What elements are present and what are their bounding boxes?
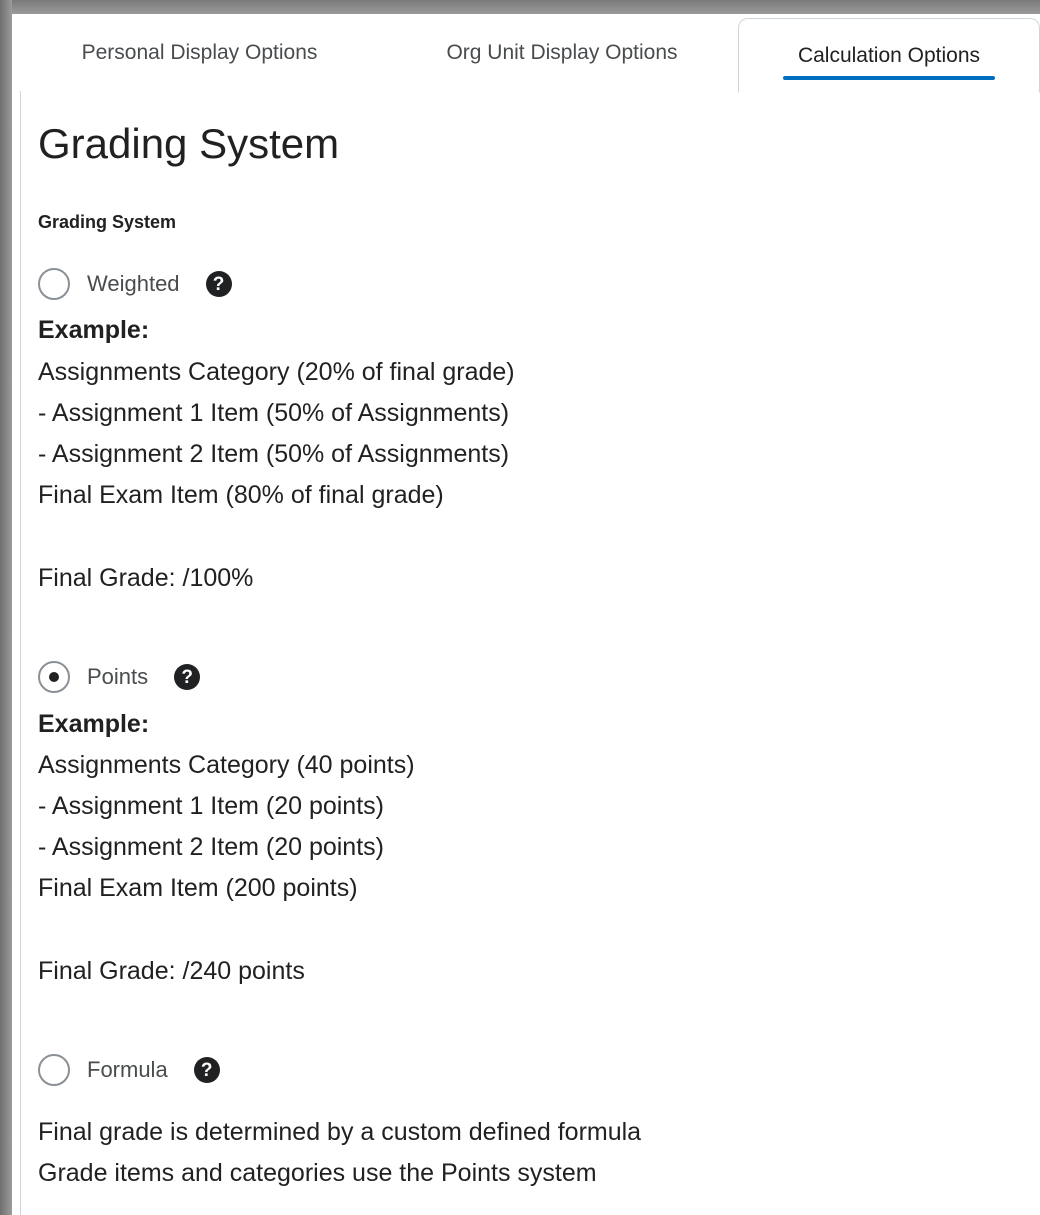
formula-description-line: Final grade is determined by a custom de… — [38, 1118, 642, 1146]
weighted-example-line: Assignments Category (20% of final grade… — [38, 358, 515, 386]
points-example-line: - Assignment 2 Item (20 points) — [38, 833, 384, 861]
window-edge-left — [0, 0, 12, 1215]
grading-system-field-label: Grading System — [38, 212, 177, 232]
weighted-label[interactable]: Weighted — [87, 271, 180, 297]
tab-label: Org Unit Display Options — [446, 40, 678, 64]
help-icon[interactable]: ? — [205, 271, 232, 297]
points-label[interactable]: Points — [87, 664, 148, 690]
tab-bar: Personal Display Options Org Unit Displa… — [12, 14, 1040, 93]
tab-personal-display-options[interactable]: Personal Display Options — [12, 14, 387, 91]
weighted-example-line: - Assignment 2 Item (50% of Assignments) — [38, 440, 510, 468]
tab-label: Calculation Options — [797, 43, 981, 67]
weighted-final-grade: Final Grade: /100% — [38, 564, 254, 592]
weighted-example-heading: Example: — [38, 316, 150, 344]
weighted-example-line: - Assignment 1 Item (50% of Assignments) — [38, 399, 510, 427]
window-edge-top — [0, 0, 1040, 14]
help-icon[interactable]: ? — [174, 664, 201, 690]
tab-label: Personal Display Options — [81, 40, 318, 64]
help-icon[interactable]: ? — [193, 1057, 220, 1083]
points-example-line: Assignments Category (40 points) — [38, 751, 415, 779]
app-frame: Personal Display Options Org Unit Displa… — [0, 0, 1040, 1215]
weighted-option: Weighted ? — [38, 266, 232, 302]
formula-radio[interactable] — [38, 1054, 70, 1086]
points-final-grade: Final Grade: /240 points — [38, 957, 305, 985]
formula-option: Formula ? — [38, 1052, 220, 1088]
active-tab-indicator — [783, 76, 995, 80]
points-example-heading: Example: — [38, 710, 150, 738]
tab-org-unit-display-options[interactable]: Org Unit Display Options — [387, 14, 737, 91]
formula-description-line: Grade items and categories use the Point… — [38, 1159, 597, 1187]
points-example-line: Final Exam Item (200 points) — [38, 874, 358, 902]
page-title: Grading System — [38, 120, 340, 167]
tab-panel — [20, 90, 1040, 1215]
formula-label[interactable]: Formula — [87, 1057, 168, 1083]
points-example-line: - Assignment 1 Item (20 points) — [38, 792, 384, 820]
points-option: Points ? — [38, 659, 201, 695]
weighted-radio[interactable] — [38, 268, 70, 300]
weighted-example-line: Final Exam Item (80% of final grade) — [38, 481, 444, 509]
points-radio[interactable] — [38, 661, 70, 693]
tab-calculation-options[interactable]: Calculation Options — [738, 18, 1040, 93]
